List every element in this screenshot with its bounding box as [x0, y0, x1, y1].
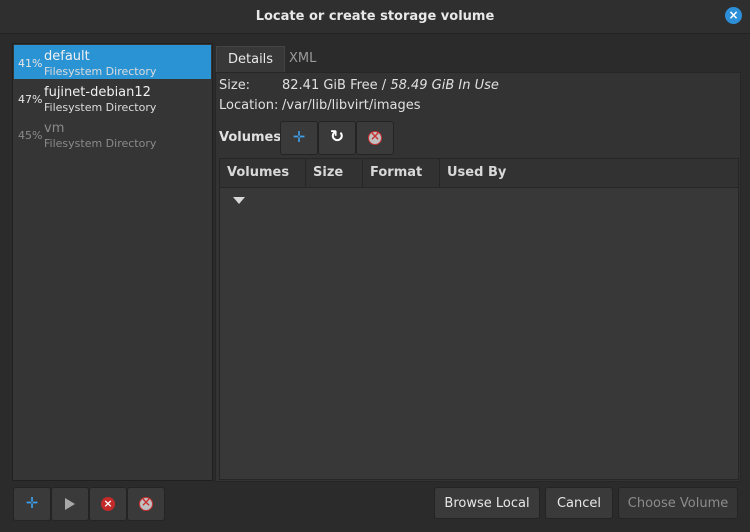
pool-name: vm	[44, 121, 65, 136]
pool-name: default	[44, 49, 90, 64]
size-free: 82.41 GiB Free	[282, 78, 378, 93]
size-separator: /	[377, 78, 391, 93]
pool-usage-percent: 45%	[18, 129, 43, 142]
delete-volume-button[interactable]	[356, 121, 394, 155]
pool-item-vm[interactable]: 45% vm Filesystem Directory	[14, 117, 211, 151]
add-icon: ✛	[25, 494, 39, 512]
add-icon: ✛	[292, 128, 306, 146]
pool-type: Filesystem Directory	[44, 65, 157, 78]
cancel-button[interactable]: Cancel	[545, 487, 613, 519]
tab-xml[interactable]: XML	[278, 46, 327, 72]
stop-icon	[368, 129, 382, 145]
volume-table[interactable]: Volumes Size Format Used By	[219, 158, 739, 480]
stop-pool-button[interactable]	[127, 487, 165, 521]
size-value: 82.41 GiB Free / 58.49 GiB In Use	[282, 78, 499, 93]
choose-volume-button[interactable]: Choose Volume	[618, 487, 738, 519]
volumes-label: Volumes	[219, 130, 282, 145]
browse-local-button[interactable]: Browse Local	[434, 487, 540, 519]
location-label: Location:	[219, 98, 279, 113]
refresh-icon: ↻	[329, 127, 345, 147]
play-icon	[65, 498, 75, 510]
column-header-format[interactable]: Format	[363, 159, 440, 187]
pool-list[interactable]: 41% default Filesystem Directory 47% fuj…	[12, 43, 213, 481]
delete-icon: ×	[101, 497, 115, 511]
pool-item-default[interactable]: 41% default Filesystem Directory	[14, 45, 211, 79]
title-bar: Locate or create storage volume ×	[0, 0, 750, 34]
size-in-use: 58.49 GiB In Use	[390, 78, 499, 93]
column-header-used-by[interactable]: Used By	[440, 159, 738, 187]
add-pool-button[interactable]: ✛	[13, 487, 51, 521]
add-volume-button[interactable]: ✛	[280, 121, 318, 155]
pool-name: fujinet-debian12	[44, 85, 151, 100]
pool-item-fujinet-debian12[interactable]: 47% fujinet-debian12 Filesystem Director…	[14, 81, 211, 115]
volume-table-header: Volumes Size Format Used By	[220, 159, 738, 204]
size-label: Size:	[219, 78, 251, 93]
window-title: Locate or create storage volume	[255, 9, 495, 24]
pool-type: Filesystem Directory	[44, 137, 157, 150]
delete-pool-button[interactable]: ×	[89, 487, 127, 521]
pool-type: Filesystem Directory	[44, 101, 157, 114]
close-icon[interactable]: ×	[725, 7, 742, 24]
tab-details[interactable]: Details	[216, 46, 286, 73]
location-value: /var/lib/libvirt/images	[282, 98, 421, 113]
start-pool-button[interactable]	[51, 487, 89, 521]
pool-usage-percent: 47%	[18, 93, 43, 106]
column-header-volumes[interactable]: Volumes	[220, 159, 306, 204]
pool-usage-percent: 41%	[18, 57, 43, 70]
column-header-size[interactable]: Size	[306, 159, 363, 187]
stop-icon	[139, 495, 153, 511]
sort-descending-icon	[233, 197, 245, 204]
refresh-volumes-button[interactable]: ↻	[318, 121, 356, 155]
